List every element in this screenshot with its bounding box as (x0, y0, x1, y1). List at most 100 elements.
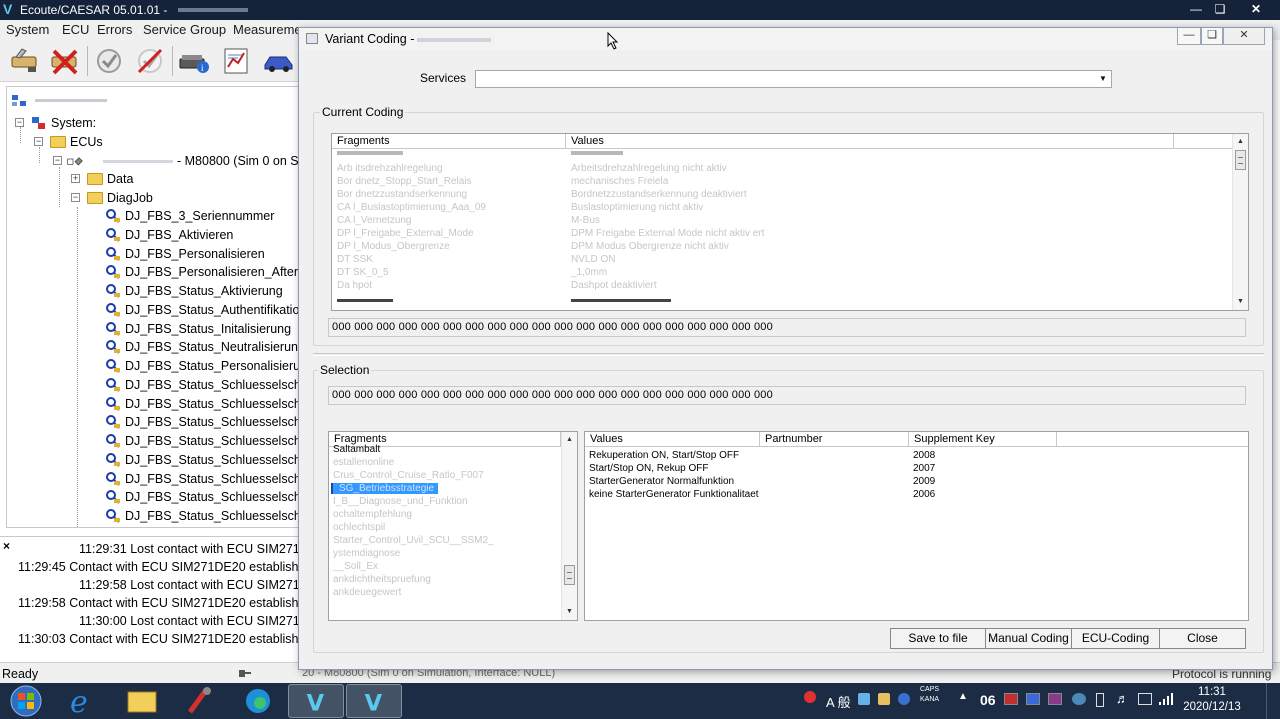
fragments-list[interactable]: Fragments Saltambalt estallenonline Crus_C… (328, 431, 578, 621)
tray-app-icon[interactable] (1026, 693, 1040, 705)
column-partnumber[interactable]: Partnumber (760, 432, 909, 447)
battery-icon[interactable] (1096, 693, 1104, 707)
current-coding-scrollbar[interactable]: ▲ ▼ (1232, 134, 1248, 310)
scroll-thumb[interactable] (1235, 150, 1246, 170)
column-values[interactable]: Values (585, 432, 760, 447)
tray-app-icon[interactable] (1072, 693, 1086, 705)
diagjob-icon (106, 509, 120, 523)
value-cell: Arbeitsdrehzahlregelung nicht aktiv (571, 163, 727, 174)
manual-coding-button[interactable]: Manual Coding (985, 628, 1072, 649)
menu-errors[interactable]: Errors (97, 22, 132, 37)
fragment-item[interactable]: Starter_Control_Uvil_SCU__SSM2_ (333, 535, 494, 546)
tree-diagjob-label: DJ_FBS_Status_Personalisierun (125, 359, 300, 373)
help-icon[interactable] (898, 693, 910, 705)
scroll-up-icon[interactable]: ▲ (1233, 136, 1248, 148)
ime-dictionary-icon[interactable] (878, 693, 890, 705)
fragment-item[interactable]: I_B__Diagnose_und_Funktion (333, 496, 468, 507)
tree-diagjob-label: DJ_FBS_3_Seriennummer (125, 209, 275, 223)
scroll-thumb[interactable] (564, 565, 575, 585)
status-ready: Ready (2, 667, 39, 681)
fragment-item[interactable]: Saltambalt (333, 444, 380, 455)
app-title: Ecoute/CAESAR 05.01.01 - (20, 3, 168, 17)
tray-badge[interactable]: 06 (980, 692, 996, 708)
chevron-down-icon[interactable]: ▼ (1096, 72, 1110, 86)
signal-icon[interactable] (1158, 692, 1174, 706)
value-option[interactable]: StarterGenerator Normalfunktion (589, 476, 734, 487)
taskbar-clock[interactable]: 11:31 2020/12/13 (1180, 685, 1244, 715)
file-explorer-icon[interactable] (114, 684, 170, 718)
close-button[interactable]: Close (1159, 628, 1246, 649)
diagjob-icon (106, 490, 120, 504)
network-icon[interactable] (1138, 693, 1152, 705)
connect-icon[interactable] (8, 45, 42, 77)
dialog-close-icon[interactable]: ✕ (1223, 28, 1265, 45)
show-desktop-button[interactable] (1266, 683, 1280, 719)
no-check-icon[interactable] (133, 45, 167, 77)
measurement-icon[interactable] (220, 45, 254, 77)
menu-measurement[interactable]: Measureme (233, 22, 302, 37)
disconnect-icon[interactable] (48, 45, 82, 77)
log-line: 11:29:45 Contact with ECU SIM271DE20 est… (18, 560, 300, 574)
value-option[interactable]: Rekuperation ON, Start/Stop OFF (589, 450, 739, 461)
variant-coding-taskbar-icon[interactable]: V (346, 684, 402, 718)
start-button[interactable] (6, 685, 46, 717)
tray-app-icon[interactable] (1004, 693, 1018, 705)
ecu-info-icon[interactable]: i (177, 45, 211, 77)
ecu-name-redacted (103, 160, 173, 163)
dialog-minimize-icon[interactable]: — (1177, 28, 1201, 45)
caesar-taskbar-icon[interactable]: V (288, 684, 344, 718)
maximize-icon[interactable]: ❏ (1208, 0, 1232, 18)
ime-indicator[interactable]: A 般 (826, 692, 851, 711)
scroll-down-icon[interactable]: ▼ (1233, 296, 1248, 308)
tree-diagjob-label: DJ_FBS_Status_Schluesselschie (125, 434, 300, 448)
fragment-item[interactable]: Crus_Control_Cruise_Ratio_F007 (333, 470, 484, 481)
value-option[interactable]: Start/Stop ON, Rekup OFF (589, 463, 708, 474)
value-option[interactable]: keine StarterGenerator Funktionalitaet (589, 489, 759, 500)
column-supplement-key[interactable]: Supplement Key (909, 432, 1057, 447)
edge-browser-icon[interactable] (230, 684, 286, 718)
volume-icon[interactable]: ♬ (1116, 691, 1129, 706)
fragment-item[interactable]: ystemdiagnose (333, 548, 400, 559)
fragments-scrollbar[interactable]: ▲ ▼ (561, 432, 577, 620)
notification-icon[interactable] (804, 691, 816, 703)
log-close-icon[interactable]: × (3, 539, 10, 553)
menu-service-group[interactable]: Service Group (143, 22, 226, 37)
services-dropdown[interactable]: ▼ (475, 70, 1112, 88)
dialog-titlebar: Variant Coding - — ❏ ✕ (299, 28, 1272, 50)
current-coding-label: Current Coding (320, 105, 406, 119)
value-cell: mechanisches Freiela (571, 176, 669, 187)
fragment-item[interactable]: ochaltempfehlung (333, 509, 412, 520)
scroll-up-icon[interactable]: ▲ (562, 434, 577, 446)
close-icon[interactable]: ✕ (1244, 0, 1268, 18)
current-coding-table[interactable]: Fragments Values Arb itsdrehzahlregelung… (331, 133, 1249, 311)
vehicle-icon[interactable] (262, 45, 296, 77)
fragment-item[interactable]: ochlechtspil (333, 522, 385, 533)
fragment-item[interactable]: ankdeuegewert (333, 587, 401, 598)
column-fragments[interactable]: Fragments (332, 134, 566, 149)
panel-splitter[interactable] (313, 353, 1264, 356)
tray-expand-icon[interactable]: ▲ (958, 691, 968, 702)
log-line: 11:30:03 Contact with ECU SIM271DE20 est… (18, 632, 300, 646)
fragment-item[interactable]: ankdichtheitspruefung (333, 574, 431, 585)
fragment-item-selected[interactable]: SG_Betriebsstrategie (331, 483, 439, 494)
save-to-file-button[interactable]: Save to file (890, 628, 986, 649)
ime-tool-icon[interactable] (858, 693, 870, 705)
minimize-icon[interactable]: — (1184, 0, 1208, 18)
check-icon[interactable] (92, 45, 126, 77)
values-table[interactable]: Values Partnumber Supplement Key Rekuper… (584, 431, 1249, 621)
menu-system[interactable]: System (6, 22, 49, 37)
dialog-maximize-icon[interactable]: ❏ (1201, 28, 1223, 45)
fragment-item[interactable]: estallenonline (333, 457, 394, 468)
tray-app-icon[interactable] (1048, 693, 1062, 705)
fragment-item[interactable]: __Soll_Ex (333, 561, 378, 572)
column-values[interactable]: Values (566, 134, 1174, 149)
app-logo-icon: V (3, 1, 13, 17)
tree-header-redacted (35, 99, 107, 102)
scroll-down-icon[interactable]: ▼ (562, 606, 577, 618)
diagnostic-tool-icon[interactable] (172, 684, 228, 718)
diagjob-icon (106, 265, 120, 279)
tree-root-icon (12, 95, 26, 106)
ecu-coding-button[interactable]: ECU-Coding (1071, 628, 1160, 649)
internet-explorer-icon[interactable]: e (56, 684, 112, 718)
menu-ecu[interactable]: ECU (62, 22, 89, 37)
